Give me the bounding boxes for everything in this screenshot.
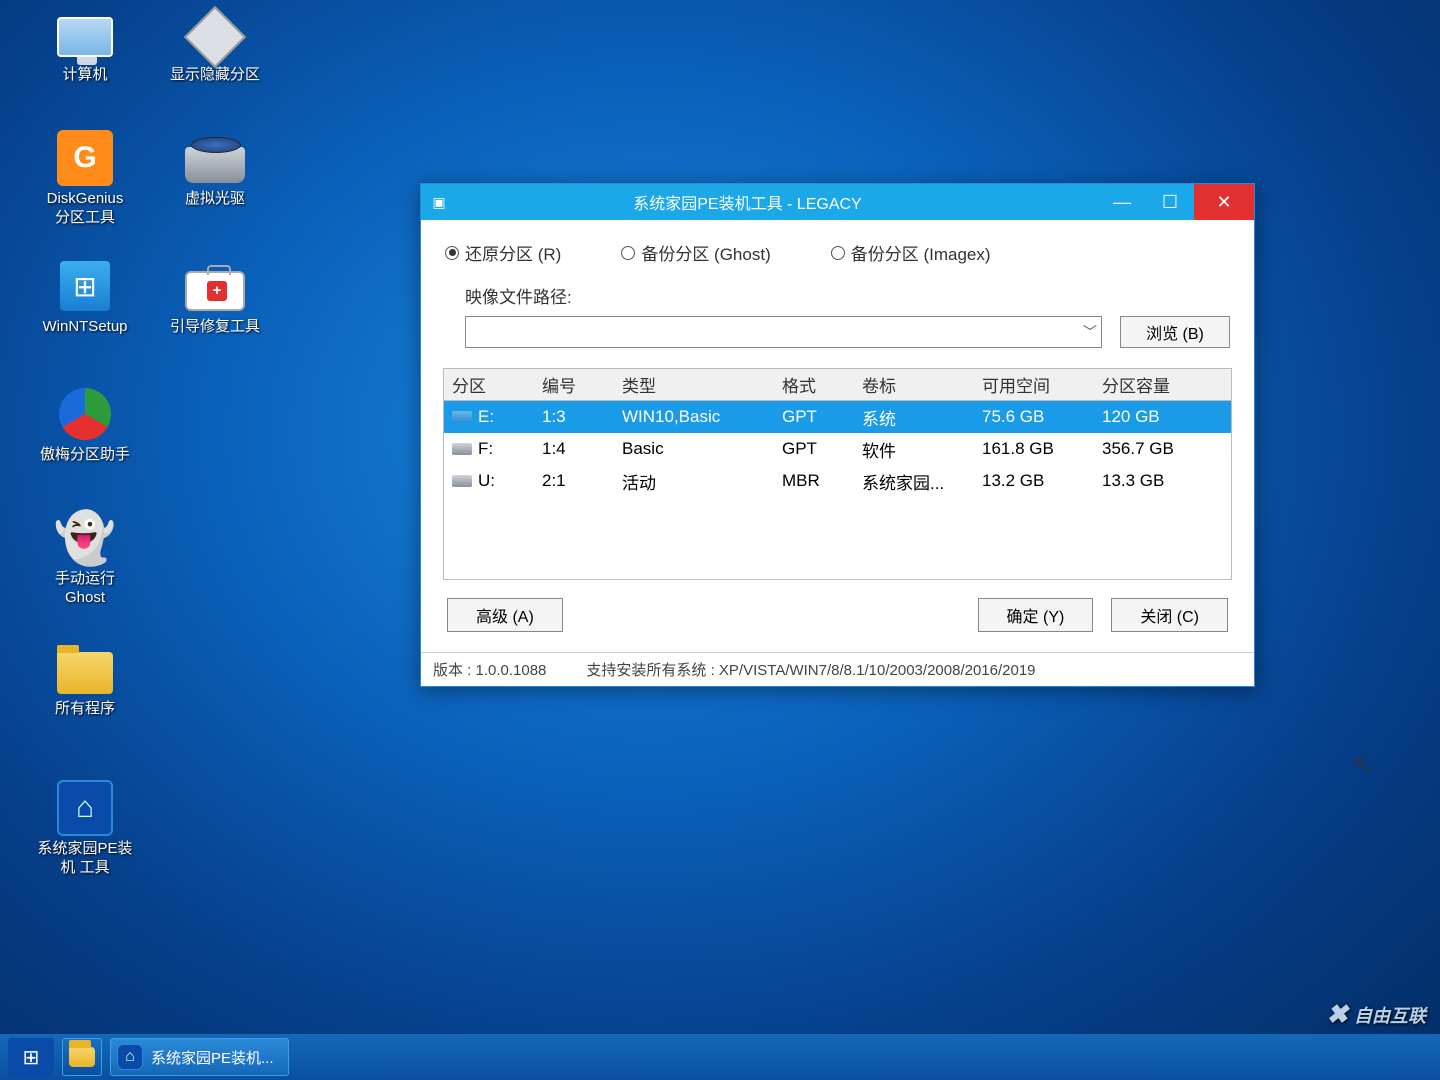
status-bar: 版本 : 1.0.0.1088 支持安装所有系统 : XP/VISTA/WIN7…	[421, 652, 1254, 686]
watermark-text: 自由互联	[1354, 1002, 1426, 1028]
radio-restore[interactable]: 还原分区 (R)	[445, 240, 561, 265]
taskbar: ⊞ ⌂ 系统家园PE装机...	[0, 1034, 1440, 1080]
desktop-label: 虚拟光驱	[160, 190, 270, 209]
radio-backup-ghost[interactable]: 备份分区 (Ghost)	[621, 240, 770, 265]
monitor-icon	[57, 17, 113, 57]
radio-dot-icon	[831, 246, 845, 260]
desktop-label: 所有程序	[30, 700, 140, 719]
folder-icon	[69, 1047, 95, 1067]
taskbar-explorer-button[interactable]	[62, 1038, 102, 1076]
optical-drive-icon	[185, 147, 245, 183]
desktop-label: 显示隐藏分区	[160, 66, 270, 85]
version-text: 版本 : 1.0.0.1088	[433, 659, 546, 680]
image-path-label: 映像文件路径:	[465, 283, 1230, 308]
mode-radio-group: 还原分区 (R) 备份分区 (Ghost) 备份分区 (Imagex)	[441, 234, 1234, 283]
desktop-icon-pe-tool[interactable]: ⌂ 系统家园PE装 机 工具	[30, 780, 140, 878]
th-number[interactable]: 编号	[534, 372, 614, 397]
radio-label: 还原分区 (R)	[465, 240, 561, 265]
table-row[interactable]: F:1:4BasicGPT软件161.8 GB356.7 GB	[444, 433, 1231, 465]
desktop-label: 计算机	[30, 66, 140, 85]
th-type[interactable]: 类型	[614, 372, 774, 397]
desktop-icon-boot-repair[interactable]: 引导修复工具	[160, 258, 270, 337]
th-label[interactable]: 卷标	[854, 372, 974, 397]
desktop-icon-computer[interactable]: 计算机	[30, 6, 140, 85]
diamond-icon	[184, 6, 246, 68]
desktop-icon-winntsetup[interactable]: ⊞ WinNTSetup	[30, 258, 140, 337]
table-body: E:1:3WIN10,BasicGPT系统75.6 GB120 GBF:1:4B…	[444, 401, 1231, 497]
th-format[interactable]: 格式	[774, 372, 854, 397]
ok-button[interactable]: 确定 (Y)	[978, 598, 1094, 632]
titlebar[interactable]: ▣ 系统家园PE装机工具 - LEGACY — ☐ ✕	[421, 184, 1254, 220]
drive-icon	[452, 443, 472, 455]
start-button[interactable]: ⊞	[8, 1038, 54, 1076]
th-free[interactable]: 可用空间	[974, 372, 1094, 397]
drive-icon	[452, 475, 472, 487]
watermark: ✖ 自由互联	[1326, 999, 1426, 1030]
diskgenius-icon: G	[57, 130, 113, 186]
close-dialog-button[interactable]: 关闭 (C)	[1111, 598, 1228, 632]
minimize-button[interactable]: —	[1098, 184, 1146, 220]
th-partition[interactable]: 分区	[444, 372, 534, 397]
chevron-down-icon[interactable]: ﹀	[1083, 322, 1097, 342]
desktop-label: DiskGenius 分区工具	[30, 190, 140, 228]
table-row[interactable]: E:1:3WIN10,BasicGPT系统75.6 GB120 GB	[444, 401, 1231, 433]
radio-dot-icon	[621, 246, 635, 260]
pe-installer-dialog: ▣ 系统家园PE装机工具 - LEGACY — ☐ ✕ 还原分区 (R) 备份分…	[420, 183, 1255, 687]
folder-icon	[57, 652, 113, 694]
th-capacity[interactable]: 分区容量	[1094, 372, 1214, 397]
radio-backup-imagex[interactable]: 备份分区 (Imagex)	[831, 240, 991, 265]
desktop-label: 傲梅分区助手	[30, 446, 140, 465]
window-title: 系统家园PE装机工具 - LEGACY	[457, 190, 1098, 214]
desktop-icon-virtual-drive[interactable]: 虚拟光驱	[160, 130, 270, 209]
maximize-button[interactable]: ☐	[1146, 184, 1194, 220]
support-text: 支持安装所有系统 : XP/VISTA/WIN7/8/8.1/10/2003/2…	[586, 659, 1035, 680]
aomei-icon	[59, 388, 111, 440]
taskbar-app-pe-tool[interactable]: ⌂ 系统家园PE装机...	[110, 1038, 289, 1076]
desktop-icon-ghost[interactable]: 👻 手动运行 Ghost	[30, 510, 140, 608]
desktop-icon-all-programs[interactable]: 所有程序	[30, 640, 140, 719]
advanced-button[interactable]: 高级 (A)	[447, 598, 563, 632]
desktop-icon-diskgenius[interactable]: G DiskGenius 分区工具	[30, 130, 140, 228]
toolbox-icon	[185, 271, 245, 311]
watermark-x-icon: ✖	[1326, 999, 1348, 1030]
winnt-icon: ⊞	[60, 261, 110, 311]
table-header: 分区 编号 类型 格式 卷标 可用空间 分区容量	[444, 369, 1231, 401]
table-row[interactable]: U:2:1活动MBR系统家园...13.2 GB13.3 GB	[444, 465, 1231, 497]
radio-label: 备份分区 (Ghost)	[641, 240, 770, 265]
desktop-label: 系统家园PE装 机 工具	[30, 840, 140, 878]
image-path-input[interactable]: ﹀	[465, 316, 1102, 348]
drive-icon	[452, 411, 472, 423]
taskbar-app-label: 系统家园PE装机...	[151, 1047, 274, 1068]
table-empty-area[interactable]	[444, 497, 1231, 579]
desktop-label: WinNTSetup	[30, 318, 140, 337]
house-icon: ⌂	[117, 1044, 143, 1070]
desktop-icon-aomei[interactable]: 傲梅分区助手	[30, 386, 140, 465]
app-icon: ▣	[421, 194, 457, 211]
ghost-icon: 👻	[54, 509, 116, 568]
desktop-label: 引导修复工具	[160, 318, 270, 337]
partition-table: 分区 编号 类型 格式 卷标 可用空间 分区容量 E:1:3WIN10,Basi…	[443, 368, 1232, 580]
browse-button[interactable]: 浏览 (B)	[1120, 316, 1230, 348]
radio-dot-icon	[445, 246, 459, 260]
desktop-icon-show-hidden[interactable]: 显示隐藏分区	[160, 6, 270, 85]
radio-label: 备份分区 (Imagex)	[851, 240, 991, 265]
desktop-label: 手动运行 Ghost	[30, 570, 140, 608]
house-icon: ⌂	[57, 780, 113, 836]
close-button[interactable]: ✕	[1194, 184, 1254, 220]
